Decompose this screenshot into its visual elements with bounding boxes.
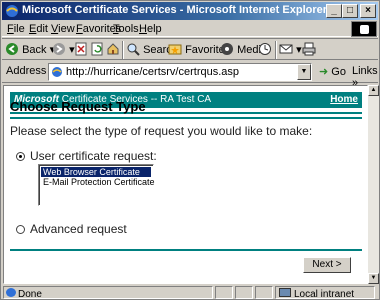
- stop-icon: [75, 42, 87, 56]
- print-icon: [302, 42, 316, 56]
- menu-tools[interactable]: Tools: [113, 23, 139, 35]
- page-content: Microsoft Certificate Services -- RA Tes…: [3, 85, 368, 284]
- heading-divider: [10, 117, 362, 119]
- back-label: Back: [22, 44, 47, 56]
- toolbar: Back ▾ ▾ Search Favorites Media ▾: [2, 38, 378, 60]
- status-pane-empty: [215, 286, 233, 299]
- internet-explorer-icon: [6, 5, 18, 17]
- menu-view[interactable]: View: [51, 23, 75, 35]
- close-button[interactable]: ×: [360, 4, 376, 18]
- back-arrow-icon: [6, 43, 18, 55]
- stop-button[interactable]: [74, 42, 88, 58]
- title-bar[interactable]: Microsoft Certificate Services - Microso…: [2, 2, 378, 20]
- go-label: Go: [331, 66, 346, 78]
- go-arrow-icon: ➜: [319, 66, 329, 78]
- links-label: Links: [352, 65, 378, 77]
- refresh-button[interactable]: [90, 42, 104, 58]
- menu-help[interactable]: Help: [139, 23, 162, 35]
- status-pane-empty: [235, 286, 253, 299]
- status-pane-empty: [255, 286, 273, 299]
- address-bar: Address http://hurricane/certsrv/certrqu…: [2, 61, 378, 89]
- footer-divider: [10, 249, 362, 251]
- user-request-radio[interactable]: [16, 152, 25, 161]
- home-toolbar-button[interactable]: [106, 42, 120, 58]
- listbox-option-email-protection[interactable]: E-Mail Protection Certificate: [41, 177, 155, 187]
- home-link[interactable]: Home: [330, 94, 358, 105]
- status-main-pane: Done: [3, 286, 213, 300]
- favorites-icon: [168, 44, 182, 55]
- scroll-down-icon[interactable]: ▼: [368, 273, 379, 284]
- back-button[interactable]: Back ▾: [5, 42, 55, 58]
- mail-dropdown-icon: ▾: [296, 44, 302, 56]
- windows-logo-icon: [351, 21, 377, 37]
- history-button[interactable]: [258, 42, 272, 58]
- maximize-button[interactable]: □: [342, 4, 358, 18]
- menu-bar: File Edit View Favorites Tools Help: [2, 21, 378, 37]
- address-label: Address: [6, 65, 47, 77]
- go-button[interactable]: ➜ Go: [319, 65, 346, 78]
- media-icon: [221, 43, 233, 55]
- status-bar: Done Local intranet: [2, 285, 378, 300]
- intro-text: Please select the type of request you wo…: [10, 124, 313, 138]
- mail-button[interactable]: ▾: [279, 42, 302, 58]
- status-zone: Local intranet: [294, 289, 355, 300]
- mail-icon: [279, 44, 293, 54]
- listbox-option-web-browser[interactable]: Web Browser Certificate: [41, 167, 151, 177]
- advanced-request-radio[interactable]: [16, 225, 25, 234]
- vertical-scrollbar[interactable]: ▲ ▼: [368, 85, 379, 284]
- status-text: Done: [18, 289, 42, 300]
- toolbar-separator: [122, 41, 124, 59]
- minimize-button[interactable]: _: [326, 4, 342, 18]
- certificate-type-listbox[interactable]: Web Browser Certificate E-Mail Protectio…: [38, 164, 155, 206]
- user-request-label: User certificate request:: [30, 149, 157, 163]
- refresh-icon: [91, 42, 103, 56]
- menu-file[interactable]: File: [7, 23, 25, 35]
- intranet-zone-icon: [279, 288, 291, 297]
- scroll-up-icon[interactable]: ▲: [368, 85, 379, 96]
- browser-window: Microsoft Certificate Services - Microso…: [0, 0, 380, 300]
- next-button[interactable]: Next >: [303, 257, 351, 273]
- advanced-request-label: Advanced request: [30, 222, 127, 236]
- page-heading-text: Choose Request Type: [10, 99, 146, 114]
- window-title: Microsoft Certificate Services - Microso…: [22, 4, 328, 16]
- search-icon: [127, 43, 140, 56]
- address-dropdown-button[interactable]: ▼: [297, 64, 311, 80]
- home-icon: [107, 43, 119, 55]
- address-url: http://hurricane/certsrv/certrqus.asp: [66, 66, 240, 78]
- forward-button[interactable]: ▾: [52, 42, 75, 58]
- page-icon: [52, 67, 62, 77]
- print-button[interactable]: [302, 42, 316, 58]
- toolbar-separator: [275, 41, 277, 59]
- status-page-icon: [6, 288, 16, 297]
- forward-arrow-icon: [53, 43, 65, 55]
- address-input[interactable]: http://hurricane/certsrv/certrqus.asp ▼: [48, 63, 312, 81]
- status-zone-pane: Local intranet: [275, 286, 375, 300]
- menu-edit[interactable]: Edit: [29, 23, 48, 35]
- history-icon: [259, 43, 271, 55]
